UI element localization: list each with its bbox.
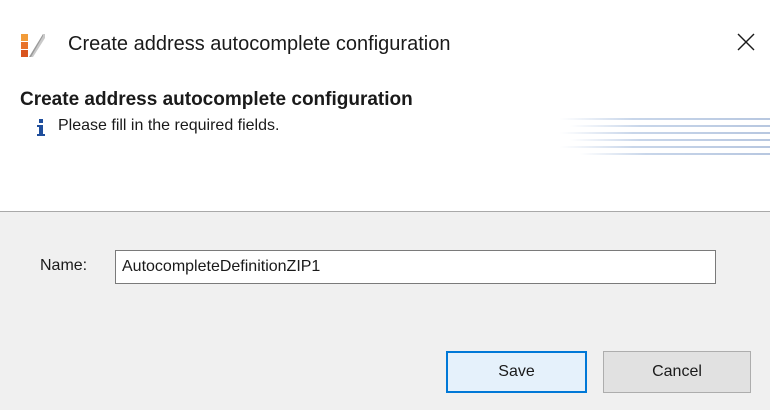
- header-message: Please fill in the required fields.: [58, 117, 280, 134]
- title-bar: Create address autocomplete configuratio…: [0, 0, 770, 84]
- dialog-window: Create address autocomplete configuratio…: [0, 0, 770, 410]
- window-title: Create address autocomplete configuratio…: [68, 33, 451, 55]
- cancel-button[interactable]: Cancel: [603, 351, 751, 393]
- save-button[interactable]: Save: [446, 351, 587, 393]
- close-button[interactable]: [722, 22, 770, 66]
- app-logo-icon: [19, 32, 45, 58]
- header-decoration: [560, 118, 770, 155]
- close-icon: [737, 33, 755, 56]
- name-label: Name:: [40, 257, 88, 274]
- header-title: Create address autocomplete configuratio…: [20, 89, 413, 110]
- dialog-header: Create address autocomplete configuratio…: [0, 84, 770, 212]
- info-icon: [36, 116, 46, 138]
- name-input[interactable]: [115, 250, 716, 284]
